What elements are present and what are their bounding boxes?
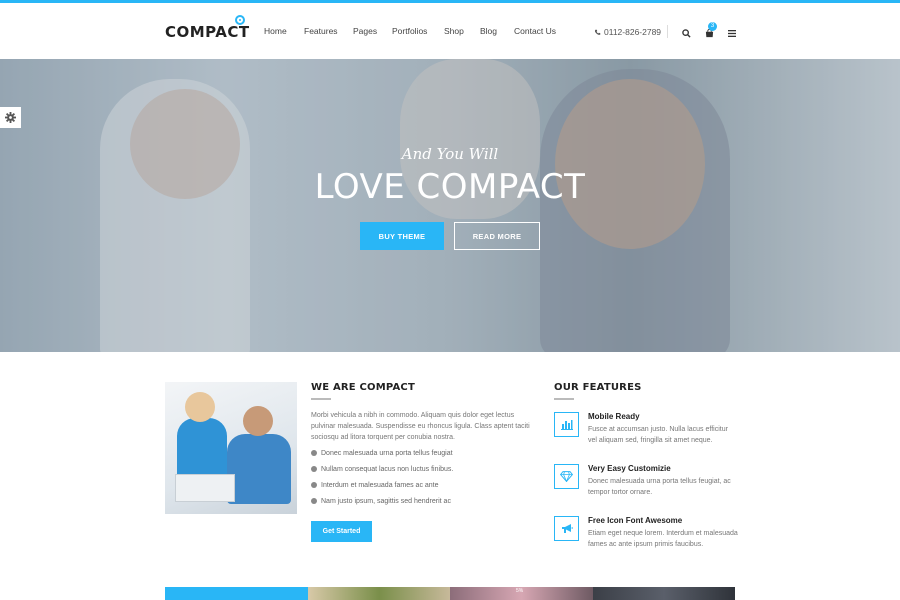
photo-shape xyxy=(185,392,215,422)
nav-home[interactable]: Home xyxy=(264,26,287,36)
about-checklist: Donec malesuada urna porta tellus feugia… xyxy=(311,449,537,513)
get-started-button[interactable]: Get Started xyxy=(311,521,372,542)
feature-desc: Fusce at accumsan justo. Nulla lacus eff… xyxy=(588,426,728,445)
header-phone: 0112-826-2789 xyxy=(594,27,661,37)
photo-shape xyxy=(243,406,273,436)
settings-panel-toggle[interactable] xyxy=(0,107,21,128)
feature-item: Mobile Ready Fusce at accumsan justo. Nu… xyxy=(554,412,739,452)
list-item: Interdum et malesuada fames ac ante xyxy=(311,481,537,497)
feature-title: Free Icon Font Awesome xyxy=(588,516,683,525)
hero-subtitle: And You Will xyxy=(401,145,499,163)
about-title-rule xyxy=(311,398,331,400)
feature-title: Mobile Ready xyxy=(588,412,640,421)
check-circle-icon xyxy=(311,450,317,456)
check-circle-icon xyxy=(311,466,317,472)
list-item: Nullam consequat lacus non luctus finibu… xyxy=(311,465,537,481)
menu-icon[interactable] xyxy=(728,30,736,37)
main-nav: Home Features Pages Portfolios Shop Blog… xyxy=(264,26,556,36)
feature-title: Very Easy Customizie xyxy=(588,464,671,473)
about-body: Morbi vehicula a nibh in commodo. Aliqua… xyxy=(311,412,530,442)
nav-shop[interactable]: Shop xyxy=(444,26,464,36)
search-icon[interactable] xyxy=(682,29,691,38)
feature-item: Free Icon Font Awesome Etiam eget neque … xyxy=(554,516,739,556)
nav-portfolios[interactable]: Portfolios xyxy=(392,26,427,36)
feature-desc: Etiam eget neque lorem. Interdum et male… xyxy=(588,530,738,549)
megaphone-icon xyxy=(561,524,573,533)
list-item: Nam justo ipsum, sagittis sed hendrerit … xyxy=(311,497,537,513)
list-item-text: Nam justo ipsum, sagittis sed hendrerit … xyxy=(321,498,451,505)
gear-icon xyxy=(5,112,16,123)
feature-item: Very Easy Customizie Donec malesuada urn… xyxy=(554,464,739,504)
hero-title: LOVE COMPACT xyxy=(314,167,586,207)
phone-number[interactable]: 0112-826-2789 xyxy=(604,27,661,37)
list-item-text: Donec malesuada urna porta tellus feugia… xyxy=(321,450,453,457)
features-title-rule xyxy=(554,398,574,400)
photo-shape xyxy=(177,418,227,478)
portfolio-tile-label: 5% xyxy=(516,588,524,594)
read-more-button[interactable]: READ MORE xyxy=(454,222,540,250)
portfolio-tile[interactable] xyxy=(307,587,450,600)
feature-icon-box xyxy=(554,464,579,489)
nav-blog[interactable]: Blog xyxy=(480,26,497,36)
photo-shape xyxy=(227,434,291,504)
logo-hex-icon xyxy=(235,15,245,25)
about-image xyxy=(165,382,297,514)
site-header: COMPACT Home Features Pages Portfolios S… xyxy=(0,3,900,59)
phone-icon xyxy=(594,29,601,35)
site-logo[interactable]: COMPACT xyxy=(165,23,250,41)
portfolio-strip xyxy=(165,587,735,600)
photo-shape xyxy=(175,474,235,502)
features-title: OUR FEATURES xyxy=(554,382,642,393)
feature-icon-box xyxy=(554,412,579,437)
portfolio-tile[interactable] xyxy=(592,587,735,600)
check-circle-icon xyxy=(311,498,317,504)
list-item-text: Nullam consequat lacus non luctus finibu… xyxy=(321,466,454,473)
cart-count-badge: 3 xyxy=(708,22,717,31)
feature-desc: Donec malesuada urna porta tellus feugia… xyxy=(588,478,731,497)
check-circle-icon xyxy=(311,482,317,488)
nav-pages[interactable]: Pages xyxy=(353,26,377,36)
bar-chart-icon xyxy=(560,420,573,430)
about-title: WE ARE COMPACT xyxy=(311,382,415,393)
buy-theme-button[interactable]: BUY THEME xyxy=(360,222,444,250)
feature-icon-box xyxy=(554,516,579,541)
list-item: Donec malesuada urna porta tellus feugia… xyxy=(311,449,537,465)
nav-contact-us[interactable]: Contact Us xyxy=(514,26,556,36)
portfolio-tile[interactable] xyxy=(165,587,308,600)
diamond-icon xyxy=(560,471,573,482)
list-item-text: Interdum et malesuada fames ac ante xyxy=(321,482,439,489)
nav-features[interactable]: Features xyxy=(304,26,338,36)
header-divider xyxy=(667,25,668,38)
